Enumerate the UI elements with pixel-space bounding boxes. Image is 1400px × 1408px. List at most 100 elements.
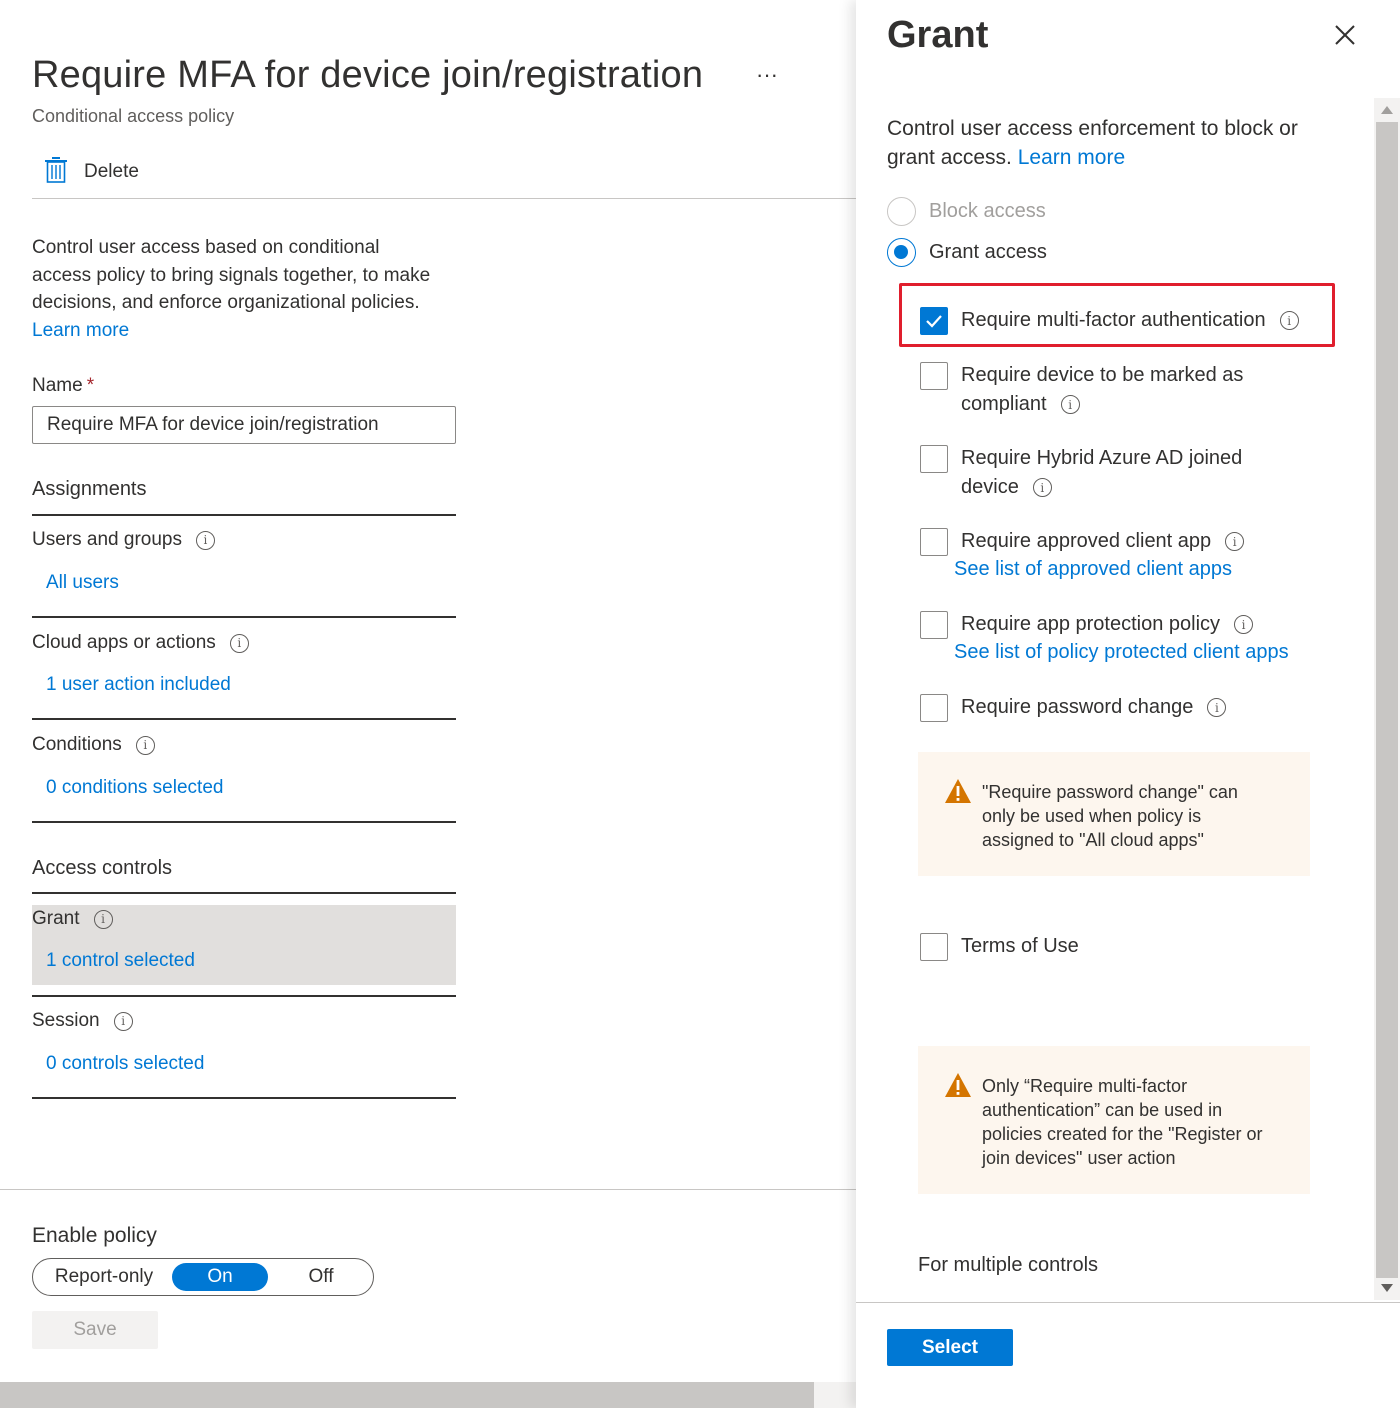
- control-mfa[interactable]: Require multi-factor authentication i: [920, 306, 1299, 335]
- info-icon[interactable]: i: [93, 909, 113, 929]
- mfa-label: Require multi-factor authentication i: [961, 306, 1299, 335]
- compliant-checkbox[interactable]: [920, 362, 948, 390]
- info-icon[interactable]: i: [1032, 478, 1052, 498]
- horizontal-scrollbar[interactable]: [0, 1382, 856, 1408]
- hybrid-checkbox[interactable]: [920, 445, 948, 473]
- block-access-radio[interactable]: [887, 197, 916, 226]
- close-button[interactable]: [1330, 20, 1360, 50]
- learn-more-link[interactable]: Learn more: [32, 320, 129, 341]
- terms-checkbox[interactable]: [920, 933, 948, 961]
- divider: [32, 821, 456, 823]
- vertical-scrollbar[interactable]: [1374, 98, 1400, 1300]
- mfa-only-warning: Only “Require multi-factor authenticatio…: [918, 1046, 1310, 1194]
- page-title: Require MFA for device join/registration: [32, 54, 704, 96]
- enable-policy-toggle: Report-only On Off: [32, 1258, 374, 1296]
- grant-label: Grant i: [32, 908, 113, 930]
- divider: [32, 718, 456, 720]
- more-options-button[interactable]: ···: [756, 62, 778, 88]
- name-label: Name *: [32, 375, 94, 397]
- save-button[interactable]: Save: [32, 1311, 158, 1349]
- access-controls-heading: Access controls: [32, 857, 173, 879]
- assignments-heading: Assignments: [32, 478, 147, 500]
- delete-button[interactable]: Delete: [44, 156, 139, 188]
- grant-link[interactable]: 1 control selected: [46, 950, 195, 972]
- block-access-option[interactable]: Block access: [887, 197, 1046, 226]
- divider: [32, 892, 456, 894]
- conditions-link[interactable]: 0 conditions selected: [46, 777, 223, 799]
- policy-description-text: Control user access based on conditional…: [32, 237, 431, 313]
- session-link[interactable]: 0 controls selected: [46, 1053, 204, 1075]
- grant-access-option[interactable]: Grant access: [887, 238, 1047, 267]
- control-hybrid-joined[interactable]: Require Hybrid Azure AD joined device i: [920, 444, 1242, 502]
- approved-app-label: Require approved client app i: [961, 527, 1245, 556]
- control-approved-client-app[interactable]: Require approved client app i: [920, 527, 1245, 556]
- toggle-on[interactable]: On: [172, 1263, 268, 1291]
- info-icon[interactable]: i: [1279, 311, 1299, 331]
- toggle-report-only[interactable]: Report-only: [41, 1263, 167, 1291]
- approved-app-label-text: Require approved client app: [961, 530, 1212, 552]
- info-icon[interactable]: i: [1225, 532, 1245, 552]
- control-app-protection[interactable]: Require app protection policy i: [920, 610, 1254, 639]
- toggle-off[interactable]: Off: [273, 1263, 369, 1291]
- info-icon[interactable]: i: [1207, 698, 1227, 718]
- grant-learn-more-link[interactable]: Learn more: [1018, 146, 1125, 169]
- command-bar-divider: [32, 198, 856, 199]
- name-input[interactable]: [32, 406, 456, 444]
- users-and-groups-link[interactable]: All users: [46, 572, 119, 594]
- checkmark-icon: [926, 315, 942, 328]
- close-icon: [1330, 25, 1360, 54]
- protected-apps-link[interactable]: See list of policy protected client apps: [954, 641, 1289, 664]
- divider: [32, 514, 456, 516]
- page-subtitle: Conditional access policy: [32, 106, 235, 126]
- password-change-checkbox[interactable]: [920, 694, 948, 722]
- scroll-up-icon[interactable]: [1381, 106, 1393, 114]
- block-access-label: Block access: [929, 200, 1046, 222]
- scroll-down-icon[interactable]: [1381, 1284, 1393, 1292]
- enable-policy-label: Enable policy: [32, 1224, 157, 1247]
- select-button[interactable]: Select: [887, 1329, 1013, 1366]
- users-and-groups-label: Users and groups i: [32, 529, 215, 551]
- grant-text: Grant: [32, 908, 80, 929]
- app-protection-checkbox[interactable]: [920, 611, 948, 639]
- grant-panel: Grant Control user access enforcement to…: [856, 0, 1400, 1408]
- hybrid-label: Require Hybrid Azure AD joined device i: [961, 444, 1242, 502]
- session-label: Session i: [32, 1010, 133, 1032]
- info-icon[interactable]: i: [113, 1011, 133, 1031]
- info-icon[interactable]: i: [195, 530, 215, 550]
- approved-app-checkbox[interactable]: [920, 528, 948, 556]
- warning-icon: [944, 778, 972, 809]
- control-password-change[interactable]: Require password change i: [920, 693, 1227, 722]
- grant-access-label: Grant access: [929, 241, 1047, 263]
- name-label-text: Name: [32, 375, 83, 396]
- grant-access-radio[interactable]: [887, 238, 916, 267]
- policy-description: Control user access based on conditional…: [32, 234, 432, 344]
- users-and-groups-text: Users and groups: [32, 529, 182, 550]
- password-change-warning: "Require password change" can only be us…: [918, 752, 1310, 876]
- required-marker: *: [86, 375, 95, 396]
- footer-divider: [0, 1189, 856, 1190]
- mfa-checkbox[interactable]: [920, 307, 948, 335]
- scrollbar-thumb[interactable]: [0, 1382, 814, 1408]
- conditions-label: Conditions i: [32, 734, 155, 756]
- app-protection-label: Require app protection policy i: [961, 610, 1254, 639]
- info-icon[interactable]: i: [229, 633, 249, 653]
- hybrid-label-line2: device: [961, 476, 1019, 498]
- info-icon[interactable]: i: [1060, 395, 1080, 415]
- terms-label: Terms of Use: [961, 935, 1079, 957]
- session-text: Session: [32, 1010, 100, 1031]
- warning-icon: [944, 1072, 972, 1103]
- cloud-apps-link[interactable]: 1 user action included: [46, 674, 231, 696]
- compliant-label-line2: compliant: [961, 393, 1047, 415]
- cloud-apps-label: Cloud apps or actions i: [32, 632, 249, 654]
- info-icon[interactable]: i: [1234, 615, 1254, 635]
- scrollbar-thumb[interactable]: [1376, 122, 1398, 1278]
- control-terms-of-use[interactable]: Terms of Use: [920, 932, 1079, 961]
- mfa-label-text: Require multi-factor authentication: [961, 309, 1266, 331]
- control-compliant-device[interactable]: Require device to be marked as compliant…: [920, 361, 1243, 419]
- grant-panel-description: Control user access enforcement to block…: [887, 114, 1337, 172]
- info-icon[interactable]: i: [135, 735, 155, 755]
- panel-footer-divider: [856, 1302, 1400, 1303]
- delete-label: Delete: [84, 161, 139, 182]
- cloud-apps-text: Cloud apps or actions: [32, 632, 216, 653]
- approved-apps-link[interactable]: See list of approved client apps: [954, 558, 1232, 581]
